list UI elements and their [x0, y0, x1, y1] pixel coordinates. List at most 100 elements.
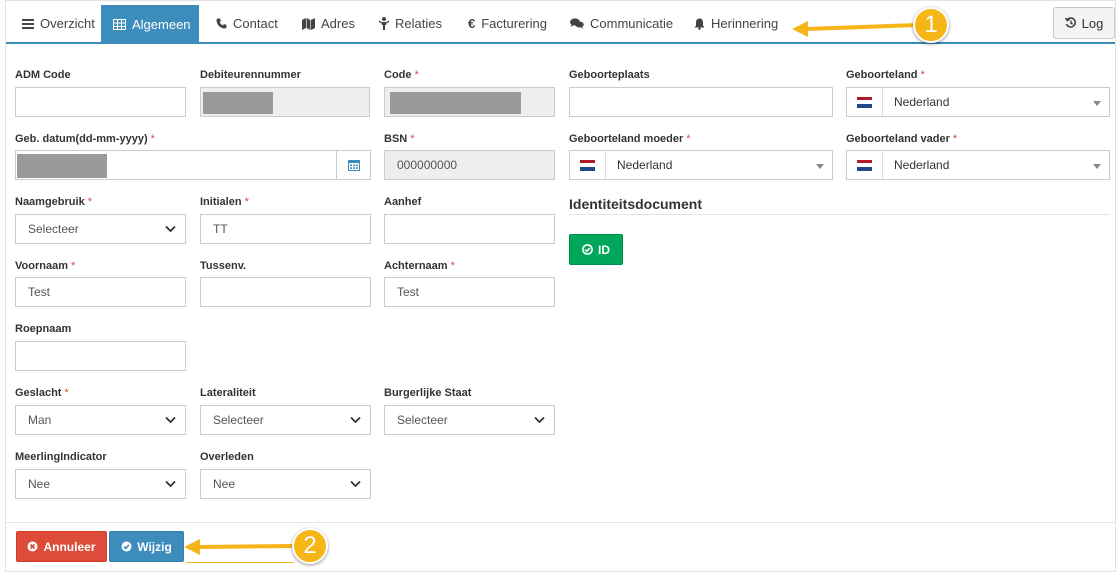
- form-panel: Overzicht Algemeen Contact Adres Relatie…: [5, 0, 1116, 572]
- people-icon: [379, 17, 389, 30]
- tab-label: Herinnering: [711, 16, 779, 31]
- save-button[interactable]: Wijzig: [109, 531, 184, 562]
- code-label: Code *: [384, 69, 419, 81]
- tab-label: Relaties: [395, 16, 442, 31]
- geboorteland-value: Nederland: [894, 95, 950, 109]
- tab-herinnering[interactable]: Herinnering: [682, 5, 790, 42]
- chevron-down-icon: [165, 225, 176, 233]
- chevron-down-icon: [165, 416, 176, 424]
- tab-contact[interactable]: Contact: [204, 5, 290, 42]
- naamgebruik-label: Naamgebruik *: [15, 196, 92, 208]
- tab-overzicht[interactable]: Overzicht: [10, 5, 107, 42]
- callout-arrow-1: [792, 21, 919, 37]
- achternaam-label: Achternaam *: [384, 260, 455, 272]
- redacted-value: [390, 92, 521, 114]
- bell-icon: [694, 18, 705, 30]
- caret-down-icon: [1093, 101, 1101, 106]
- netherlands-flag-icon: [857, 159, 872, 171]
- geboorteplaats-input[interactable]: [569, 87, 833, 117]
- geboorteland-moeder-value: Nederland: [617, 158, 673, 172]
- adm-code-input[interactable]: [15, 87, 186, 117]
- bsn-label: BSN *: [384, 133, 415, 145]
- geslacht-select[interactable]: Man: [15, 405, 186, 435]
- geboorteland-vader-label: Geboorteland vader *: [846, 133, 958, 145]
- lateraliteit-value: Selecteer: [213, 413, 264, 427]
- chevron-down-icon: [350, 416, 361, 424]
- flag-cell: [847, 151, 883, 179]
- euro-icon: €: [468, 16, 476, 31]
- tab-facturering[interactable]: € Facturering: [456, 5, 559, 42]
- initialen-label: Initialen *: [200, 196, 249, 208]
- aanhef-label: Aanhef: [384, 196, 422, 208]
- geslacht-label: Geslacht *: [15, 387, 69, 399]
- flag-cell: [847, 88, 883, 116]
- id-button[interactable]: ID: [569, 234, 623, 265]
- tab-algemeen[interactable]: Algemeen: [101, 5, 199, 43]
- tab-label: Adres: [321, 16, 355, 31]
- tab-relaties[interactable]: Relaties: [367, 5, 454, 42]
- tussenv-input[interactable]: [200, 277, 371, 307]
- cancel-button[interactable]: Annuleer: [16, 531, 107, 562]
- flag-cell: [570, 151, 606, 179]
- list-icon: [22, 18, 34, 29]
- tab-label: Overzicht: [40, 16, 95, 31]
- burgerlijke-staat-value: Selecteer: [397, 413, 448, 427]
- log-button[interactable]: Log: [1053, 7, 1115, 39]
- geboorteland-moeder-label: Geboorteland moeder *: [569, 133, 691, 145]
- log-label: Log: [1081, 15, 1104, 31]
- tab-label: Algemeen: [132, 16, 191, 32]
- voornaam-label: Voornaam *: [15, 260, 76, 272]
- history-icon: [1064, 17, 1077, 29]
- netherlands-flag-icon: [580, 159, 595, 171]
- tab-adres[interactable]: Adres: [290, 5, 367, 42]
- callout-badge-1: 1: [913, 7, 949, 43]
- meerling-value: Nee: [28, 477, 51, 491]
- adm-code-label: ADM Code: [15, 69, 71, 81]
- map-icon: [302, 17, 315, 30]
- geboorteland-moeder-select[interactable]: Nederland: [569, 150, 833, 180]
- chevron-down-icon: [165, 480, 176, 488]
- geboorteplaats-label: Geboorteplaats: [569, 69, 650, 81]
- burgerlijke-staat-label: Burgerlijke Staat: [384, 387, 472, 399]
- save-label: Wijzig: [137, 539, 172, 554]
- tab-communicatie[interactable]: Communicatie: [558, 5, 685, 42]
- naamgebruik-value: Selecteer: [28, 222, 79, 236]
- calendar-icon: [347, 159, 360, 171]
- aanhef-input[interactable]: [384, 214, 555, 244]
- caret-down-icon: [1093, 164, 1101, 169]
- lateraliteit-select[interactable]: Selecteer: [200, 405, 371, 435]
- redacted-value: [17, 154, 107, 178]
- initialen-input[interactable]: TT: [200, 214, 371, 244]
- tab-label: Contact: [233, 16, 278, 31]
- times-circle-icon: [27, 541, 38, 552]
- achternaam-input[interactable]: Test: [384, 277, 555, 307]
- comments-icon: [570, 18, 584, 29]
- cancel-label: Annuleer: [43, 539, 96, 554]
- id-button-label: ID: [598, 242, 610, 257]
- voornaam-input[interactable]: Test: [15, 277, 186, 307]
- meerling-label: MeerlingIndicator: [15, 451, 107, 463]
- bsn-input: 000000000: [384, 150, 555, 180]
- roepnaam-label: Roepnaam: [15, 323, 72, 335]
- naamgebruik-select[interactable]: Selecteer: [15, 214, 186, 244]
- geboorteland-select[interactable]: Nederland: [846, 87, 1110, 117]
- code-input: [384, 87, 555, 117]
- debiteurennummer-label: Debiteurennummer: [200, 69, 301, 81]
- calendar-button[interactable]: [336, 150, 371, 180]
- identiteitsdocument-title: Identiteitsdocument: [569, 196, 703, 212]
- geb-datum-label: Geb. datum(dd-mm-yyyy) *: [15, 133, 155, 145]
- geboorteland-vader-select[interactable]: Nederland: [846, 150, 1110, 180]
- table-icon: [113, 18, 126, 30]
- caret-down-icon: [816, 164, 824, 169]
- meerling-select[interactable]: Nee: [15, 469, 186, 499]
- burgerlijke-staat-select[interactable]: Selecteer: [384, 405, 555, 435]
- overleden-select[interactable]: Nee: [200, 469, 371, 499]
- callout-badge-2: 2: [292, 528, 328, 564]
- overleden-value: Nee: [213, 477, 236, 491]
- overleden-label: Overleden: [200, 451, 254, 463]
- roepnaam-input[interactable]: [15, 341, 186, 371]
- check-circle-icon: [121, 541, 132, 552]
- geboorteland-vader-value: Nederland: [894, 158, 950, 172]
- geboorteland-label: Geboorteland *: [846, 69, 925, 81]
- geb-datum-input[interactable]: [15, 150, 337, 180]
